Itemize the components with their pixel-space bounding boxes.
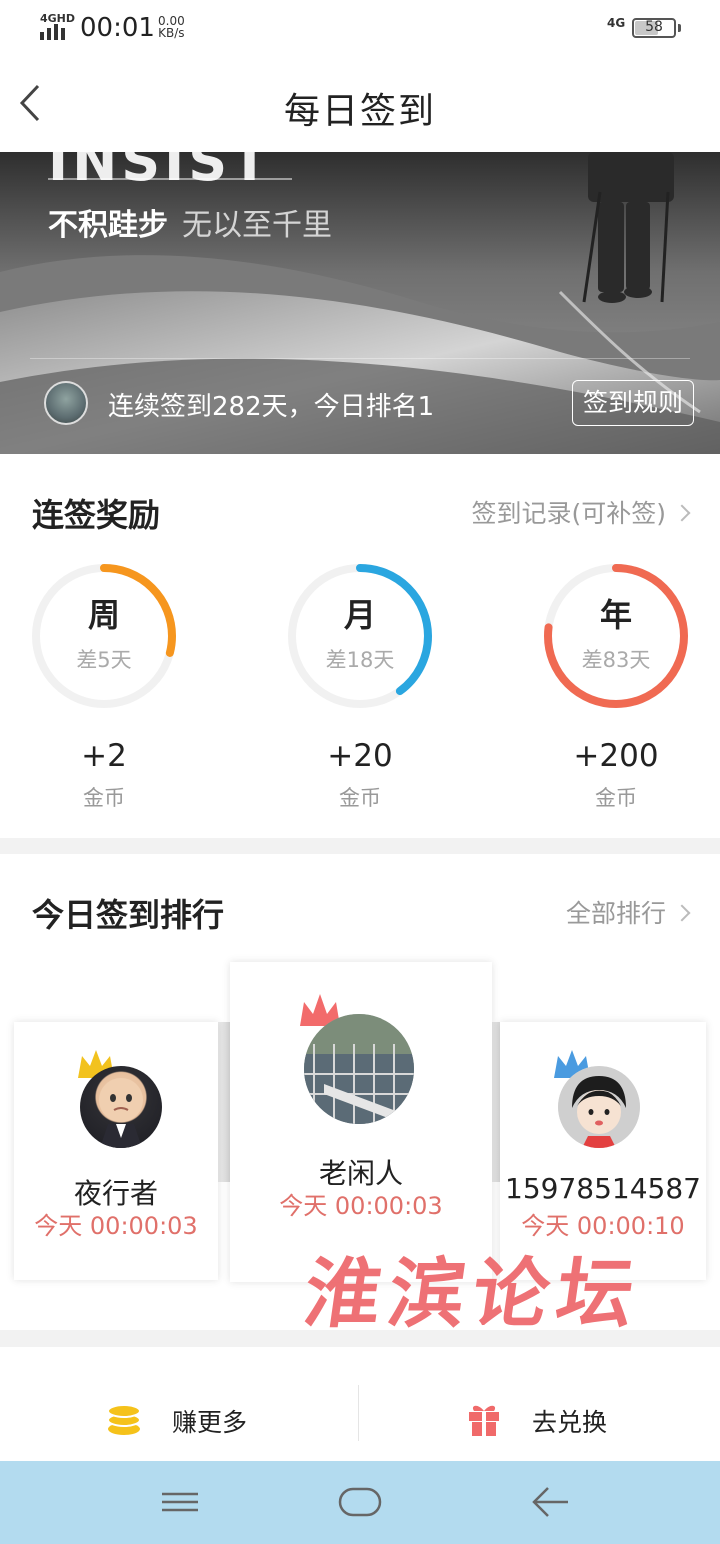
network-speed: 0.00 KB/s: [158, 14, 185, 40]
reward-amount: +200: [573, 738, 659, 774]
reward-amount: +2: [81, 738, 127, 774]
header: 每日签到: [0, 56, 720, 152]
podium-separator: [218, 1022, 230, 1182]
reward-unit: 金币: [595, 786, 637, 810]
network-type-right: 4G: [607, 16, 626, 30]
action-divider: [358, 1385, 359, 1441]
daily-ranking-card: 今日签到排行 全部排行 夜行者 今天 00:00:03 15978514587 …: [0, 854, 720, 1338]
all-ranking-link[interactable]: 全部排行: [566, 894, 691, 930]
reward-remaining: 差5天: [76, 648, 132, 672]
streak-text: 连续签到282天，今日排名1: [108, 392, 435, 422]
system-nav-bar: [0, 1461, 720, 1544]
earn-more-button[interactable]: 赚更多: [0, 1347, 359, 1461]
home-button[interactable]: [330, 1479, 390, 1525]
battery-icon: 58: [632, 18, 676, 38]
reward-label: 周: [87, 596, 120, 634]
home-icon: [338, 1487, 382, 1517]
redeem-button[interactable]: 去兑换: [360, 1347, 719, 1461]
status-bar: 4GHD 00:01 0.00 KB/s 4G 58: [0, 0, 720, 56]
reward-remaining: 差83天: [581, 648, 651, 672]
record-link[interactable]: 签到记录(可补签): [471, 494, 691, 530]
banner-motto: 不积跬步 无以至千里: [48, 208, 332, 243]
reward-ring-year: 年 差83天: [542, 562, 690, 710]
rank-avatar: [558, 1066, 640, 1148]
reward-label: 年: [599, 596, 632, 634]
chevron-right-icon: [673, 504, 691, 522]
rank-avatar: [304, 1014, 414, 1124]
redeem-label: 去兑换: [532, 1408, 608, 1437]
gift-icon: [469, 1405, 499, 1436]
reward-amount: +20: [327, 738, 393, 774]
rank-time: 今天 00:00:03: [279, 1192, 443, 1220]
rank-time: 今天 00:00:03: [34, 1212, 198, 1240]
earn-more-label: 赚更多: [172, 1408, 248, 1437]
page-title: 每日签到: [283, 91, 436, 132]
reward-ring-week: 周 差5天: [30, 562, 178, 710]
forum-watermark: 淮滨论坛: [298, 1249, 648, 1338]
nav-back-button[interactable]: [520, 1479, 580, 1525]
battery-cap: [678, 24, 681, 32]
menu-button[interactable]: [150, 1479, 210, 1525]
user-avatar[interactable]: [44, 381, 88, 425]
reward-unit: 金币: [83, 786, 125, 810]
banner-headline: INSIST: [48, 152, 272, 193]
signal-icon: [40, 24, 65, 40]
coin-stack-icon: [107, 1404, 141, 1435]
clock: 00:01: [80, 13, 155, 43]
action-bar: 赚更多 去兑换: [0, 1347, 720, 1461]
rank-avatar: [80, 1066, 162, 1148]
banner-divider-bottom: [30, 358, 690, 359]
reward-unit: 金币: [339, 786, 381, 810]
chevron-right-icon: [673, 904, 691, 922]
reward-label: 月: [343, 596, 376, 634]
back-arrow-icon: [532, 1487, 568, 1517]
menu-icon: [162, 1492, 198, 1512]
reward-remaining: 差18天: [325, 648, 395, 672]
battery-level: 58: [645, 19, 663, 35]
rules-button[interactable]: 签到规则: [572, 380, 694, 426]
banner: INSIST 不积跬步 无以至千里 连续签到282天，今日排名1 签到规则: [0, 152, 720, 454]
rank-name: 15978514587: [505, 1172, 701, 1205]
rank-entry-2[interactable]: 夜行者 今天 00:00:03: [14, 1022, 218, 1280]
rewards-title: 连签奖励: [32, 496, 161, 534]
reward-ring-month: 月 差18天: [286, 562, 434, 710]
banner-divider: [48, 178, 292, 180]
streak-rewards-card: 连签奖励 签到记录(可补签) 周 差5天 月 差18天 年 差83天 +2 金币…: [0, 454, 720, 838]
ranking-title: 今日签到排行: [32, 896, 225, 934]
